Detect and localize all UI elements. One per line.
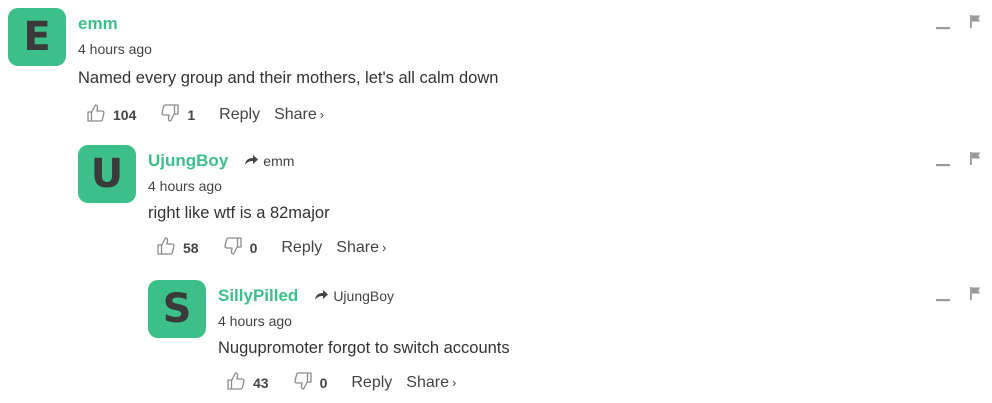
like-button[interactable]: 43 (226, 371, 269, 396)
reply-to-name: UjungBoy (333, 288, 395, 304)
comment-header: SillyPilled UjungBoy (218, 284, 394, 308)
comment-timestamp: 4 hours ago (78, 41, 152, 57)
comment-actions: 58 0 Reply Share › (156, 236, 386, 260)
reply-to-link[interactable]: emm (244, 153, 294, 169)
dislike-count: 0 (319, 375, 328, 391)
share-label: Share (274, 106, 317, 123)
dislike-button[interactable]: 1 (160, 103, 195, 128)
comment-text: Named every group and their mothers, let… (78, 69, 499, 87)
minus-icon (936, 291, 950, 308)
comment-actions: 43 0 Reply Share › (226, 371, 456, 395)
collapse-button[interactable] (936, 19, 950, 37)
chevron-right-icon: › (451, 375, 457, 390)
thumbs-up-icon (86, 103, 106, 128)
chevron-right-icon: › (381, 240, 387, 255)
like-count: 43 (253, 375, 269, 391)
share-button[interactable]: Share › (406, 374, 456, 392)
dislike-count: 0 (249, 240, 258, 256)
dislike-button[interactable]: 0 (293, 371, 328, 396)
comment-actions: 104 1 Reply Share › (86, 103, 324, 127)
comment-timestamp: 4 hours ago (148, 178, 222, 194)
avatar[interactable]: S (148, 280, 206, 338)
share-label: Share (336, 239, 379, 256)
reply-button[interactable]: Reply (351, 374, 392, 392)
dislike-count: 1 (187, 107, 196, 123)
thumbs-down-icon (160, 103, 180, 128)
like-button[interactable]: 104 (86, 103, 136, 128)
comment-author[interactable]: emm (78, 14, 118, 34)
like-count: 104 (113, 107, 137, 123)
flag-button[interactable] (970, 15, 981, 33)
share-button[interactable]: Share › (336, 239, 386, 257)
chevron-right-icon: › (319, 107, 325, 122)
comment-author[interactable]: SillyPilled (218, 286, 298, 306)
comment-header: UjungBoy emm (148, 149, 294, 173)
avatar[interactable]: U (78, 145, 136, 203)
collapse-button[interactable] (936, 156, 950, 174)
avatar[interactable]: E (8, 8, 66, 66)
like-count: 58 (183, 240, 199, 256)
thumbs-down-icon (223, 236, 243, 261)
thumbs-down-icon (293, 371, 313, 396)
minus-icon (936, 156, 950, 173)
collapse-button[interactable] (936, 291, 950, 309)
comment-header: emm (78, 12, 118, 36)
share-label: Share (406, 374, 449, 391)
flag-icon (970, 287, 981, 304)
comment-timestamp: 4 hours ago (218, 313, 292, 329)
thumbs-up-icon (156, 236, 176, 261)
comment-author[interactable]: UjungBoy (148, 151, 228, 171)
flag-button[interactable] (970, 152, 981, 170)
reply-arrow-icon (314, 288, 333, 304)
comment-text: right like wtf is a 82major (148, 204, 330, 222)
flag-icon (970, 15, 981, 32)
flag-button[interactable] (970, 287, 981, 305)
reply-to-name: emm (263, 153, 295, 169)
dislike-button[interactable]: 0 (223, 236, 258, 261)
reply-arrow-icon (244, 153, 263, 169)
reply-button[interactable]: Reply (281, 239, 322, 257)
thumbs-up-icon (226, 371, 246, 396)
comment-text: Nugupromoter forgot to switch accounts (218, 339, 510, 357)
like-button[interactable]: 58 (156, 236, 199, 261)
minus-icon (936, 19, 950, 36)
share-button[interactable]: Share › (274, 106, 324, 124)
reply-to-link[interactable]: UjungBoy (314, 288, 394, 304)
reply-button[interactable]: Reply (219, 106, 260, 124)
flag-icon (970, 152, 981, 169)
